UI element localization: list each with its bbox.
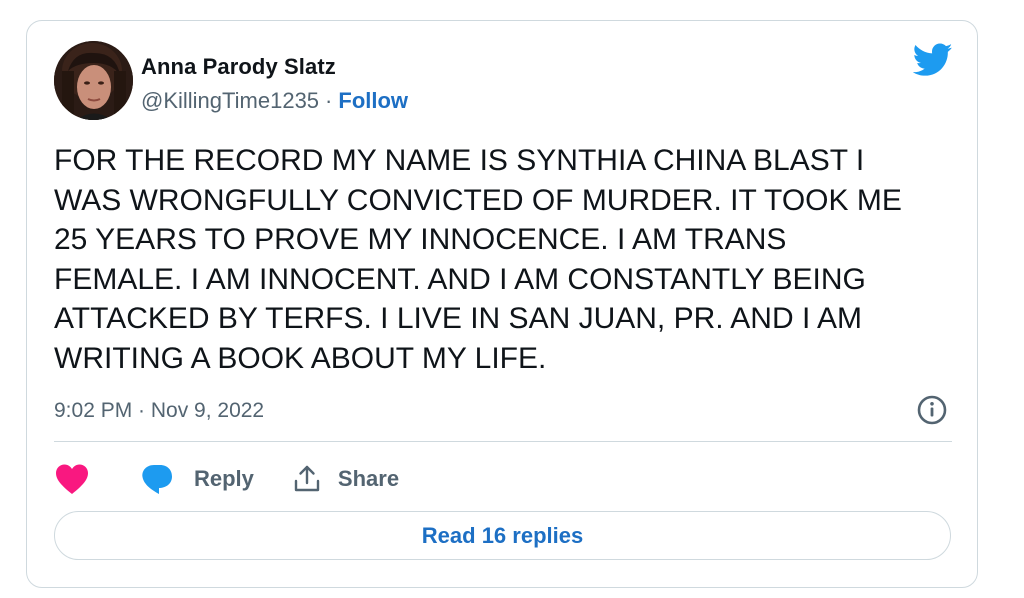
share-upload-icon <box>294 465 320 492</box>
heart-icon[interactable] <box>54 463 90 495</box>
speech-bubble-icon <box>142 465 172 494</box>
author-handle[interactable]: @KillingTime1235 <box>141 88 319 113</box>
twitter-bird-icon[interactable] <box>912 43 953 77</box>
handle-separator: · <box>325 88 333 113</box>
avatar-photo <box>54 41 133 120</box>
read-replies-button[interactable]: Read 16 replies <box>54 511 951 560</box>
reply-label: Reply <box>194 466 254 491</box>
divider <box>54 441 952 442</box>
follow-link[interactable]: Follow <box>338 88 408 113</box>
tweet-text: FOR THE RECORD MY NAME IS SYNTHIA CHINA … <box>54 144 902 375</box>
info-icon[interactable] <box>916 394 948 426</box>
author-avatar[interactable] <box>54 41 133 120</box>
reply-button[interactable]: Reply <box>140 463 254 495</box>
author-handle-row: @KillingTime1235 · Follow <box>141 88 408 114</box>
share-button[interactable]: Share <box>292 464 399 494</box>
action-bar: Reply Share <box>54 461 399 497</box>
tweet-card: Anna Parody Slatz @KillingTime1235 · Follo… <box>26 20 978 588</box>
author-display-name[interactable]: Anna Parody Slatz <box>141 54 336 80</box>
share-label: Share <box>337 466 400 491</box>
tweet-timestamp[interactable]: 9:02 PM · Nov 9, 2022 <box>54 399 264 423</box>
